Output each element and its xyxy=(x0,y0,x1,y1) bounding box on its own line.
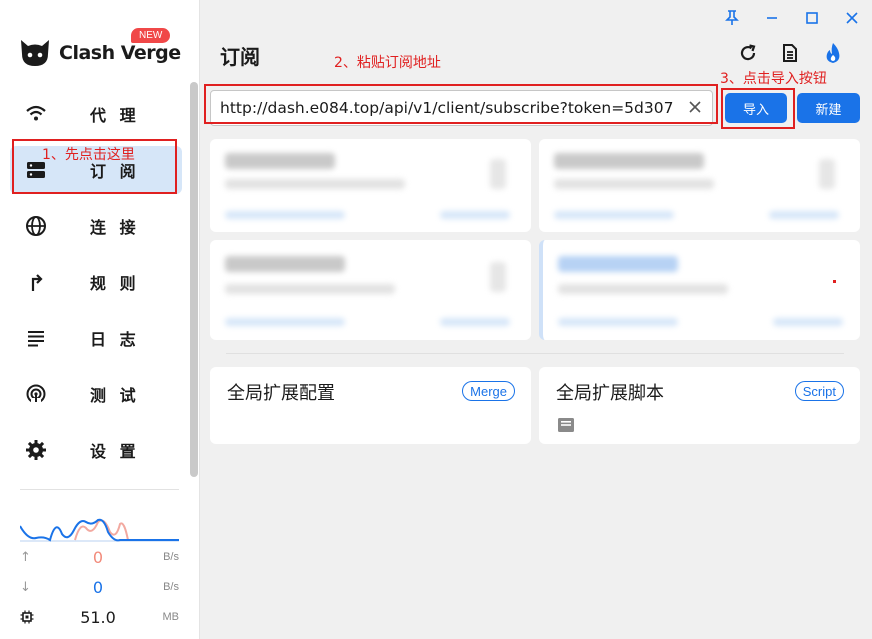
memory-unit: MB xyxy=(162,611,180,623)
annotation-step3: 3、点击导入按钮 xyxy=(720,71,827,87)
download-unit: B/s xyxy=(163,581,179,593)
route-icon xyxy=(25,271,47,293)
new-button[interactable]: 新建 xyxy=(797,93,860,123)
global-script-card[interactable]: 全局扩展脚本 Script xyxy=(539,367,860,444)
merge-chip: Merge xyxy=(462,381,515,401)
profile-card[interactable] xyxy=(210,139,531,232)
arrow-down-icon: ↓ xyxy=(20,580,31,595)
sidebar-divider xyxy=(20,489,179,490)
traffic-graph xyxy=(20,518,179,542)
wifi-icon xyxy=(25,103,47,125)
annotation-box-step3 xyxy=(721,88,795,129)
cat-logo-icon xyxy=(21,40,49,66)
sidebar-item-proxy[interactable]: 代 理 xyxy=(10,90,182,138)
ext-card-title: 全局扩展脚本 xyxy=(556,383,664,404)
memory-stat: 51.0 MB xyxy=(20,608,179,628)
arrow-up-icon: ↑ xyxy=(20,550,31,565)
globe-icon xyxy=(25,215,47,237)
ext-card-title: 全局扩展配置 xyxy=(227,383,335,404)
sidebar-item-label: 日 志 xyxy=(90,330,140,349)
memory-chip-icon xyxy=(20,610,34,628)
profile-card[interactable] xyxy=(210,240,531,340)
profile-card-selected[interactable] xyxy=(539,240,860,340)
page-title: 订阅 xyxy=(220,45,260,69)
sidebar-item-test[interactable]: 测 试 xyxy=(10,370,182,418)
list-icon xyxy=(25,327,47,349)
global-merge-card[interactable]: 全局扩展配置 Merge xyxy=(210,367,531,444)
annotation-step1: 1、先点击这里 xyxy=(42,147,135,163)
gear-icon xyxy=(25,439,47,461)
sidebar-item-settings[interactable]: 设 置 xyxy=(10,426,182,474)
upload-stat: ↑ 0 B/s xyxy=(20,548,179,568)
close-icon[interactable] xyxy=(842,8,862,28)
sidebar-item-label: 连 接 xyxy=(90,218,140,237)
memory-value: 51.0 xyxy=(80,608,116,627)
sidebar-item-logs[interactable]: 日 志 xyxy=(10,314,182,362)
minimize-icon[interactable] xyxy=(762,8,782,28)
section-divider xyxy=(226,353,844,354)
sidebar-item-label: 设 置 xyxy=(90,442,140,461)
flame-icon[interactable] xyxy=(822,42,844,64)
refresh-icon[interactable] xyxy=(737,42,759,64)
document-icon[interactable] xyxy=(779,42,801,64)
app-name: Clash Verge xyxy=(59,42,181,64)
download-value: 0 xyxy=(92,578,104,597)
sidebar-item-rules[interactable]: 规 则 xyxy=(10,258,182,306)
sidebar: Clash Verge NEW 代 理 订 阅 连 接 规 则 日 志 测 试 … xyxy=(0,0,200,639)
download-stat: ↓ 0 B/s xyxy=(20,578,179,598)
maximize-icon[interactable] xyxy=(802,8,822,28)
pin-icon[interactable] xyxy=(722,8,742,28)
sidebar-item-connections[interactable]: 连 接 xyxy=(10,202,182,250)
upload-unit: B/s xyxy=(163,551,179,563)
script-chip: Script xyxy=(794,381,844,401)
sidebar-scrollbar[interactable] xyxy=(190,82,198,477)
upload-value: 0 xyxy=(92,548,104,567)
sidebar-item-label: 测 试 xyxy=(90,386,140,405)
file-icon[interactable] xyxy=(558,417,574,436)
profile-card[interactable] xyxy=(539,139,860,232)
annotation-step2: 2、粘贴订阅地址 xyxy=(334,55,441,71)
annotation-box-step2 xyxy=(204,84,718,124)
sidebar-item-label: 规 则 xyxy=(90,274,140,293)
sidebar-item-label: 代 理 xyxy=(90,106,140,125)
signal-icon xyxy=(25,383,47,405)
new-badge: NEW xyxy=(131,28,171,43)
